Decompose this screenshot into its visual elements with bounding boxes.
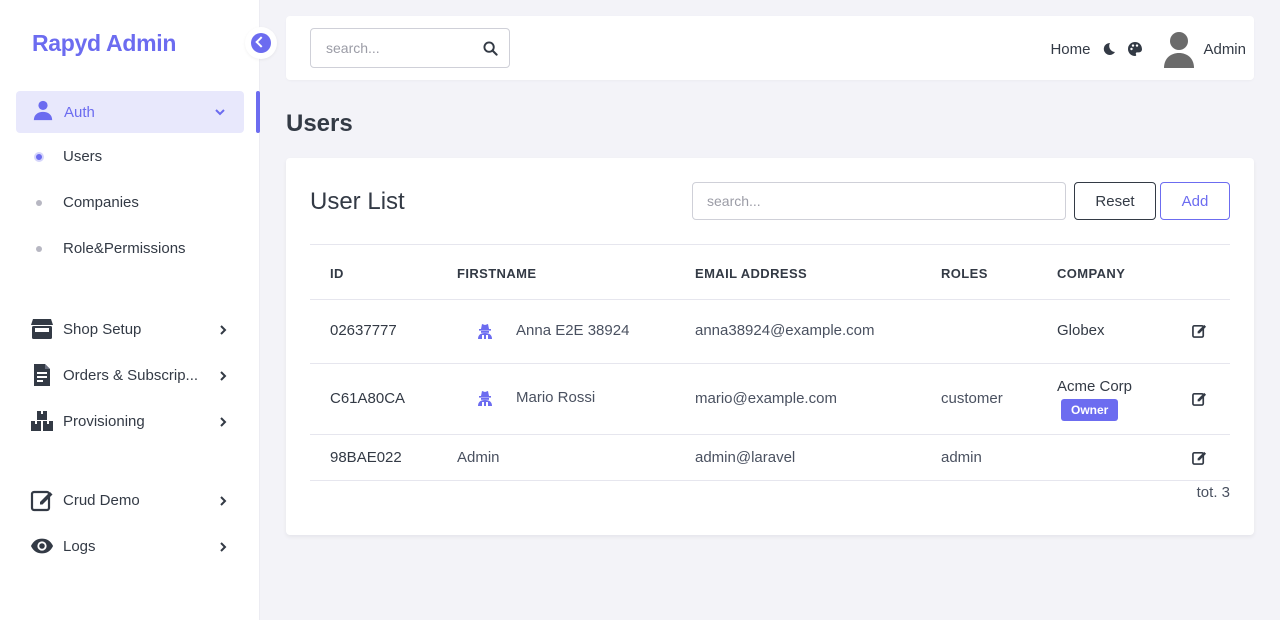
sidebar-item-label: Provisioning [63, 412, 145, 430]
sidebar-item-logs[interactable]: Logs [30, 534, 230, 558]
file-invoice-icon [30, 363, 54, 387]
bullet-icon [36, 199, 42, 206]
eye-icon [30, 534, 54, 558]
home-link[interactable]: Home [1050, 41, 1090, 58]
page-title: Users [286, 110, 353, 137]
user-list-card: User List Reset Add ID FIRSTNAME EMAIL A… [286, 158, 1254, 535]
card-title: User List [310, 188, 405, 215]
sidebar-item-label: Crud Demo [63, 491, 140, 509]
sidebar-item-label: Logs [63, 537, 96, 555]
cell-id: 02637777 [330, 322, 397, 339]
sidebar-item-orders[interactable]: Orders & Subscrip... [30, 363, 230, 387]
active-indicator [256, 91, 260, 133]
edit-icon[interactable] [1192, 450, 1207, 469]
cell-company: Globex [1057, 322, 1105, 339]
users-table: ID FIRSTNAME EMAIL ADDRESS ROLES COMPANY… [310, 244, 1230, 481]
user-name[interactable]: Admin [1203, 41, 1246, 58]
cell-firstname: Admin [457, 449, 500, 466]
chevron-left-circle-icon [251, 33, 271, 53]
sidebar: Rapyd Admin Auth Users Companies Role&Pe… [0, 0, 260, 620]
chevron-right-icon [218, 369, 228, 386]
company-name: Acme Corp [1057, 378, 1133, 395]
table-search-input[interactable] [692, 182, 1066, 220]
column-header-firstname[interactable]: FIRSTNAME [457, 266, 536, 281]
chevron-right-icon [218, 494, 228, 511]
table-row: 02637777 Anna E2E 38924 anna38924@exampl… [310, 300, 1230, 364]
cell-email: admin@laravel [695, 449, 796, 466]
user-secret-icon[interactable] [478, 390, 492, 410]
cell-id: C61A80CA [330, 390, 406, 407]
cell-roles: admin [941, 449, 982, 466]
sidebar-item-label: Companies [63, 194, 139, 211]
bullet-icon [34, 151, 44, 162]
sidebar-item-shop-setup[interactable]: Shop Setup [30, 317, 230, 341]
chevron-right-icon [218, 540, 228, 557]
topbar-right: Home Admin [1050, 30, 1246, 68]
sidebar-item-provisioning[interactable]: Provisioning [30, 409, 230, 433]
edit-icon[interactable] [1192, 323, 1207, 342]
sidebar-collapse-button[interactable] [245, 27, 277, 59]
edit-icon [30, 488, 54, 512]
sidebar-item-role-permissions[interactable]: Role&Permissions [36, 240, 186, 257]
moon-icon[interactable] [1099, 39, 1119, 59]
user-secret-icon[interactable] [478, 323, 492, 343]
chevron-right-icon [218, 415, 228, 432]
avatar[interactable] [1163, 30, 1195, 68]
top-search-box [310, 28, 510, 68]
cell-id: 98BAE022 [330, 449, 402, 466]
chevron-right-icon [218, 323, 228, 340]
edit-icon[interactable] [1192, 391, 1207, 410]
table-header: ID FIRSTNAME EMAIL ADDRESS ROLES COMPANY [310, 244, 1230, 300]
table-row: 98BAE022 Admin admin@laravel admin [310, 435, 1230, 481]
sidebar-item-label: Orders & Subscrip... [63, 366, 199, 384]
cell-firstname: Mario Rossi [516, 389, 596, 406]
cell-email: mario@example.com [695, 390, 837, 407]
sidebar-item-label: Users [63, 148, 103, 165]
total-count: tot. 3 [1196, 484, 1230, 501]
sidebar-item-users[interactable]: Users [34, 148, 103, 165]
sidebar-item-label: Auth [64, 103, 95, 121]
add-button[interactable]: Add [1160, 182, 1230, 220]
column-header-email[interactable]: EMAIL ADDRESS [695, 266, 807, 281]
column-header-company: COMPANY [1057, 266, 1126, 281]
owner-badge: Owner [1061, 399, 1119, 421]
cell-email: anna38924@example.com [695, 322, 875, 339]
brand-logo[interactable]: Rapyd Admin [32, 30, 176, 57]
chevron-down-icon [214, 105, 226, 123]
cell-roles: customer [941, 390, 1003, 407]
sidebar-item-crud-demo[interactable]: Crud Demo [30, 488, 230, 512]
reset-button[interactable]: Reset [1074, 182, 1156, 220]
cell-firstname: Anna E2E 38924 [516, 322, 630, 339]
table-row: C61A80CA Mario Rossi mario@example.com c… [310, 364, 1230, 435]
topbar: Home Admin [286, 16, 1254, 80]
column-header-id[interactable]: ID [330, 266, 344, 281]
boxes-icon [30, 409, 54, 433]
store-icon [30, 317, 54, 341]
cell-company: Acme Corp Owner [1057, 378, 1132, 421]
sidebar-item-companies[interactable]: Companies [36, 194, 139, 211]
search-icon[interactable] [483, 41, 498, 61]
palette-icon[interactable] [1125, 39, 1145, 59]
sidebar-item-label: Shop Setup [63, 320, 142, 338]
top-search-input[interactable] [311, 29, 471, 67]
bullet-icon [36, 245, 42, 252]
sidebar-item-auth[interactable]: Auth [16, 91, 244, 133]
sidebar-item-label: Role&Permissions [63, 240, 186, 257]
user-icon [32, 99, 54, 126]
column-header-roles: ROLES [941, 266, 988, 281]
